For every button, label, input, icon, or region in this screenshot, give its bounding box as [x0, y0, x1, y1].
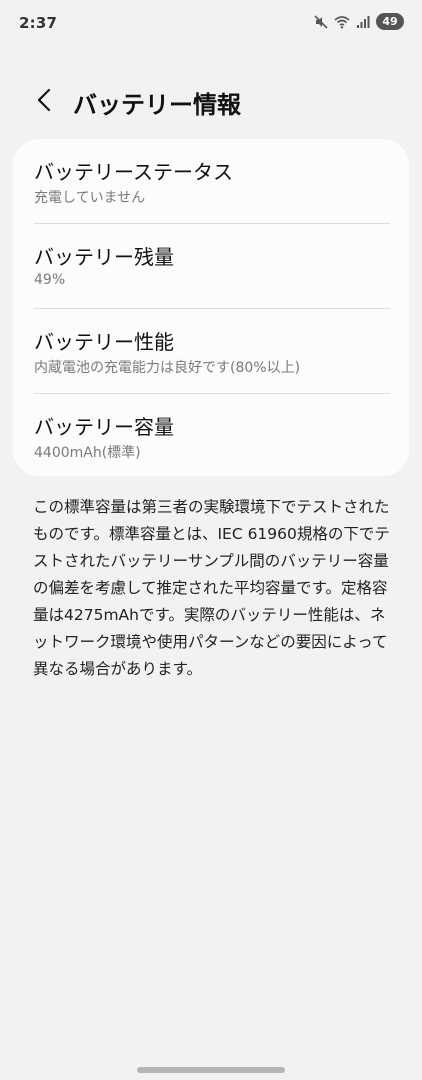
chevron-left-icon [35, 87, 53, 117]
battery-status-title: バッテリーステータス [34, 160, 233, 184]
battery-level-row: バッテリー残量 49% [34, 224, 390, 308]
back-button[interactable] [30, 86, 58, 118]
battery-status-value: 充電していません [34, 190, 146, 206]
navigation-handle[interactable] [137, 1067, 285, 1073]
wifi-icon [334, 15, 350, 29]
battery-capacity-value: 4400mAh(標準) [34, 445, 141, 461]
battery-performance-row: バッテリー性能 内蔵電池の充電能力は良好です(80%以上) [34, 309, 390, 393]
signal-icon [356, 15, 370, 29]
battery-status-row: バッテリーステータス 充電していません [34, 139, 390, 223]
battery-performance-value: 内蔵電池の充電能力は良好です(80%以上) [34, 360, 301, 376]
page-title: バッテリー情報 [73, 91, 241, 119]
battery-performance-title: バッテリー性能 [34, 330, 174, 354]
battery-capacity-row: バッテリー容量 4400mAh(標準) [34, 394, 390, 478]
battery-icon: 49 [376, 13, 404, 30]
status-bar: 2:37 49 [0, 0, 422, 48]
capacity-description: この標準容量は第三者の実験環境下でテストされたものです。標準容量とは、IEC 6… [33, 498, 390, 678]
battery-level-title: バッテリー残量 [34, 245, 174, 269]
battery-capacity-title: バッテリー容量 [34, 415, 174, 439]
status-time: 2:37 [19, 14, 58, 32]
battery-info-card: バッテリーステータス 充電していません バッテリー残量 49% バッテリー性能 … [13, 139, 409, 476]
battery-level-value: 49% [34, 272, 66, 288]
mute-icon [314, 14, 328, 29]
status-icons: 49 [314, 13, 404, 30]
app-header: バッテリー情報 [0, 82, 422, 122]
